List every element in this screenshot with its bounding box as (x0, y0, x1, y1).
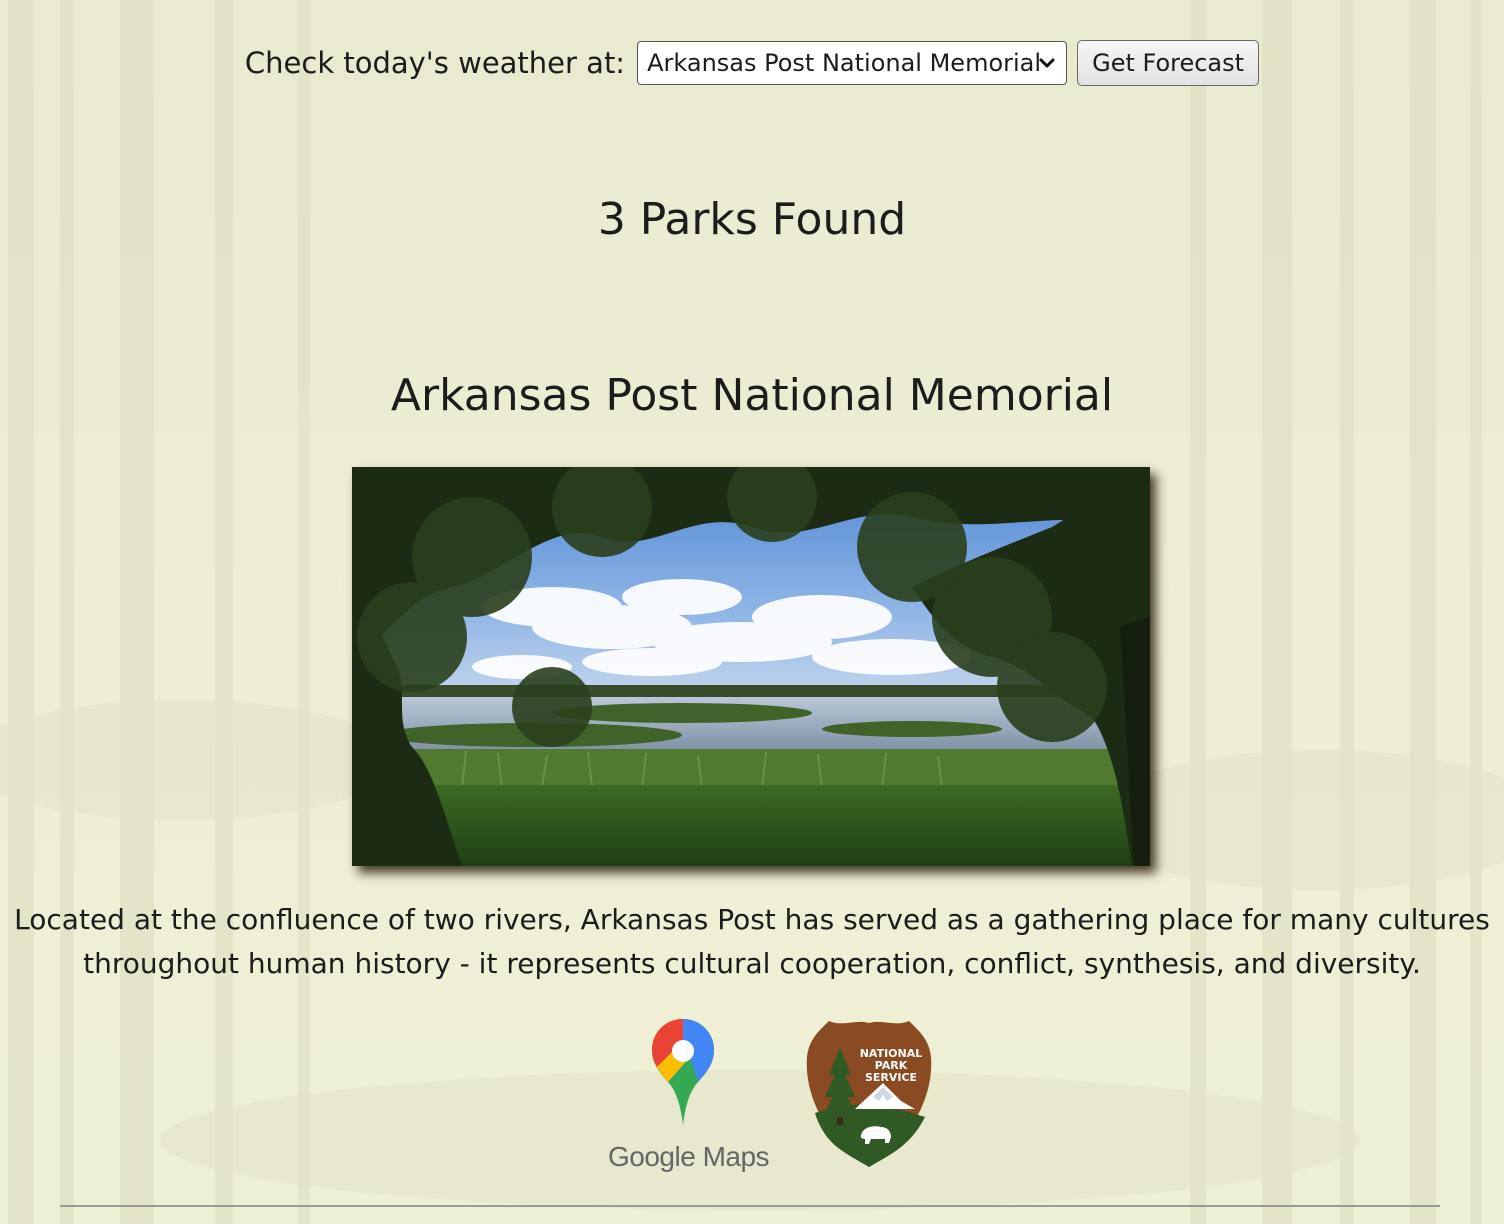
park-title: Arkansas Post National Memorial (390, 370, 1114, 421)
nps-link[interactable]: NATIONAL PARK SERVICE (803, 1017, 935, 1169)
park-select[interactable]: Arkansas Post National Memorial (637, 41, 1068, 85)
google-maps-link[interactable]: Google Maps (600, 1015, 770, 1180)
results-count-heading: 3 Parks Found (597, 194, 907, 245)
nps-arrowhead-icon: NATIONAL PARK SERVICE (806, 1021, 932, 1167)
park-photo (352, 467, 1150, 866)
park-description: Located at the confluence of two rivers,… (14, 903, 1490, 980)
section-divider (60, 1205, 1440, 1207)
google-maps-label: Google Maps (608, 1141, 770, 1172)
park-select-value: Arkansas Post National Memorial (647, 49, 1042, 77)
map-pin-icon (652, 1019, 714, 1125)
nps-logo-line-3: SERVICE (865, 1071, 917, 1084)
get-forecast-button[interactable]: Get Forecast (1077, 40, 1260, 86)
chevron-down-icon (1039, 58, 1055, 68)
page-content: Check today's weather at: Arkansas Post … (0, 0, 1504, 1224)
park-links: Google Maps NATIONAL PARK SERVICE (0, 1015, 1504, 1185)
weather-form: Check today's weather at: Arkansas Post … (0, 40, 1504, 86)
weather-label: Check today's weather at: (244, 46, 626, 80)
